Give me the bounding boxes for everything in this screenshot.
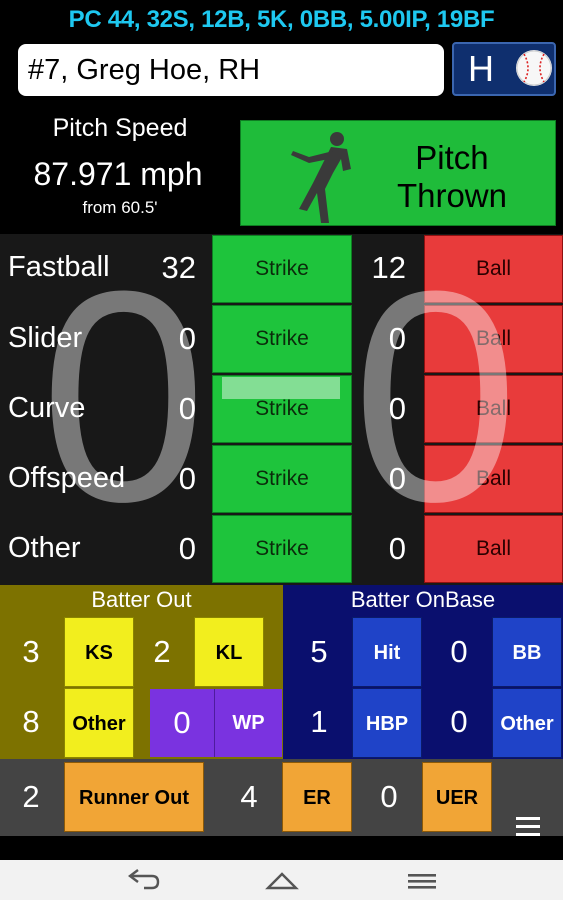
game-stats-line: PC 44, 32S, 12B, 5K, 0BB, 5.00IP, 19BF [68, 6, 495, 33]
system-nav-bar [0, 860, 563, 900]
pitch-thrown-line2: Thrown [396, 177, 507, 214]
pitcher-name-field[interactable]: #7, Greg Hoe, RH [18, 44, 444, 96]
wp-button[interactable]: WP [214, 689, 282, 757]
menu-icon[interactable] [514, 814, 542, 840]
strike-count-overlay: 0 [352, 228, 519, 564]
hbp-count: 1 [310, 704, 328, 739]
other-onbase-count: 0 [450, 704, 468, 739]
pitch-speed-title: Pitch Speed [52, 114, 188, 142]
other-out-button[interactable]: Other [64, 688, 134, 758]
wp-count: 0 [173, 705, 191, 740]
er-count: 4 [240, 779, 258, 814]
back-icon[interactable] [122, 868, 162, 894]
bb-button[interactable]: BB [492, 617, 562, 687]
er-button[interactable]: ER [282, 762, 352, 832]
home-icon[interactable] [262, 868, 302, 894]
pitch-speed-value: 87.971 mph [33, 156, 203, 192]
home-away-button[interactable]: H [452, 42, 556, 96]
ks-button[interactable]: KS [64, 617, 134, 687]
home-away-label: H [468, 48, 494, 89]
strike-button-slider[interactable]: Strike [212, 305, 352, 373]
hit-count: 5 [310, 634, 328, 669]
kl-button[interactable]: KL [194, 617, 264, 687]
strike-button-other[interactable]: Strike [212, 515, 352, 583]
wp-count-box: 0 [150, 689, 214, 757]
baseball-icon [516, 50, 552, 86]
other-out-count: 8 [22, 704, 40, 739]
runner-out-button[interactable]: Runner Out [64, 762, 204, 832]
ball-count-overlay: 0 [40, 228, 207, 564]
pitch-thrown-button[interactable]: Pitch Thrown [240, 120, 556, 226]
batter-out-title: Batter Out [91, 587, 192, 612]
count-separator [222, 377, 340, 399]
runner-out-count: 2 [22, 779, 40, 814]
other-onbase-button[interactable]: Other [492, 688, 562, 758]
uer-count: 0 [380, 779, 398, 814]
kl-count: 2 [153, 634, 171, 669]
uer-button[interactable]: UER [422, 762, 492, 832]
pitch-thrown-line1: Pitch [415, 139, 489, 176]
pitch-distance: from 60.5' [82, 198, 158, 217]
pitcher-silhouette-icon [291, 132, 351, 223]
strike-button-offspeed[interactable]: Strike [212, 445, 352, 513]
hit-button[interactable]: Hit [352, 617, 422, 687]
strike-button-fastball[interactable]: Strike [212, 235, 352, 303]
ks-count: 3 [22, 634, 40, 669]
bb-count: 0 [450, 634, 468, 669]
recent-apps-icon[interactable] [402, 868, 442, 894]
hbp-button[interactable]: HBP [352, 688, 422, 758]
batter-onbase-title: Batter OnBase [350, 587, 496, 612]
